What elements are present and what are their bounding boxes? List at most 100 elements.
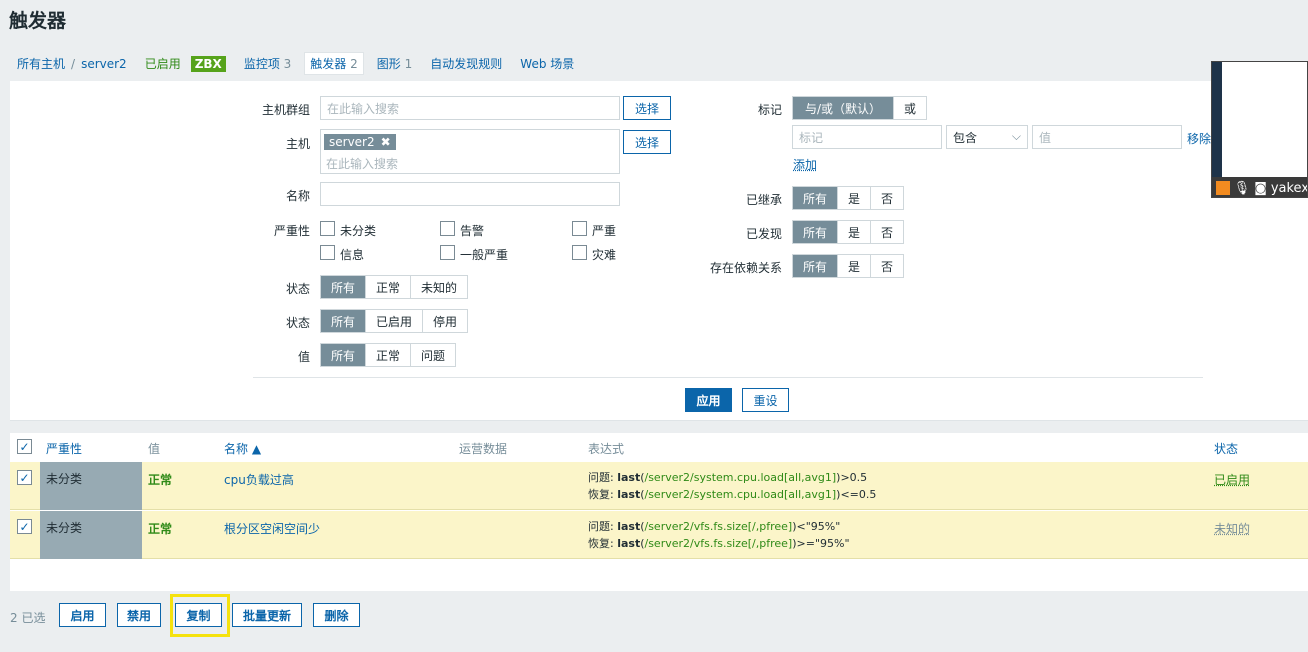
item-link[interactable]: /server2/system.cpu.load[all,avg1] [645,471,837,484]
column-header-operational-data: 运营数据 [459,442,508,456]
severity-checkbox-average[interactable] [440,245,455,260]
state-option-unknown[interactable]: 未知的 [411,276,468,298]
host-group-input[interactable]: 在此输入搜索 [320,96,620,120]
severity-checkbox-disaster[interactable] [572,245,587,260]
dependencies-radio-group: 所有 是 否 [792,254,905,278]
host-search-placeholder: 在此输入搜索 [326,157,399,171]
screen-share-icon[interactable]: ◙ [1254,181,1267,196]
chevron-down-icon: ⌵ [1011,129,1021,143]
page-title: 触发器 [9,10,67,32]
remove-tag-icon[interactable]: ✖ [381,135,391,149]
discovered-radio-group: 所有 是 否 [792,220,905,244]
status-option-enabled[interactable]: 已启用 [366,310,424,332]
breadcrumb-all-hosts[interactable]: 所有主机 [17,55,65,72]
discovered-option-yes[interactable]: 是 [838,221,872,243]
state-label: 状态 [285,282,310,296]
tab-items[interactable]: 监控项 3 [244,55,291,72]
value-option-problem[interactable]: 问题 [411,344,456,366]
status-option-disabled[interactable]: 停用 [423,310,468,332]
dependencies-option-yes[interactable]: 是 [838,255,872,277]
column-header-expression: 表达式 [588,442,625,456]
recovery-expression: 恢复: last(/server2/system.cpu.load[all,av… [588,488,877,501]
mass-update-button[interactable]: 批量更新 [232,603,302,627]
host-tag-label: server2 [329,135,375,149]
video-call-overlay[interactable]: 🎙 ◙ yakex [1211,61,1308,198]
recovery-expression: 恢复: last(/server2/vfs.fs.size[/,pfree])>… [588,537,850,550]
row-checkbox[interactable]: ✓ [17,470,32,485]
column-header-severity[interactable]: 严重性 [46,440,82,457]
state-radio-group: 所有 正常 未知的 [320,275,469,299]
inherited-option-any[interactable]: 所有 [793,187,839,209]
expression-cell: 问题: last(/server2/system.cpu.load[all,av… [588,469,876,503]
item-link[interactable]: /server2/system.cpu.load[all,avg1] [645,488,837,501]
zbx-availability-badge: ZBX [190,55,226,72]
expression-cell: 问题: last(/server2/vfs.fs.size[/,pfree])<… [588,518,850,552]
severity-label: 严重性 [273,224,310,238]
breadcrumb-host[interactable]: server2 [81,57,127,71]
value-cell: 正常 [148,522,173,536]
tags-and-or-option[interactable]: 与/或（默认） [793,97,895,119]
severity-checkbox-high[interactable] [572,221,587,236]
inherited-option-yes[interactable]: 是 [838,187,872,209]
highlight-box [170,594,230,637]
column-header-value: 值 [148,442,161,456]
host-label: 主机 [285,137,310,151]
column-header-name[interactable]: 名称 ▲ [224,440,261,457]
tab-graphs[interactable]: 图形 1 [377,55,412,72]
disable-button[interactable]: 禁用 [117,603,161,627]
delete-button[interactable]: 删除 [313,603,360,627]
reset-button[interactable]: 重设 [742,388,789,412]
dependencies-option-no[interactable]: 否 [871,255,904,277]
tag-add-link[interactable]: 添加 [793,156,817,173]
discovered-option-no[interactable]: 否 [871,221,904,243]
state-option-any[interactable]: 所有 [321,276,367,298]
host-group-select-button[interactable]: 选择 [623,96,671,120]
status-option-any[interactable]: 所有 [321,310,367,332]
check-icon: ✓ [19,519,30,534]
item-link[interactable]: /server2/vfs.fs.size[/,pfree] [645,537,793,550]
row-checkbox[interactable]: ✓ [17,519,32,534]
discovered-option-any[interactable]: 所有 [793,221,839,243]
severity-checkbox-warning[interactable] [440,221,455,236]
value-option-ok[interactable]: 正常 [366,344,412,366]
state-option-normal[interactable]: 正常 [366,276,412,298]
tab-web-scenarios[interactable]: Web 场景 [520,55,574,72]
inherited-radio-group: 所有 是 否 [792,186,905,210]
severity-checkbox-not-classified[interactable] [320,221,335,236]
discovered-label: 已发现 [745,227,782,241]
tab-triggers[interactable]: 触发器 2 [304,52,364,75]
tags-label: 标记 [757,103,782,117]
apply-button[interactable]: 应用 [685,388,732,412]
host-group-label: 主机群组 [261,103,310,117]
host-tag: server2 ✖ [324,134,396,150]
breadcrumb-separator: / [71,56,76,71]
enable-button[interactable]: 启用 [59,603,106,627]
problem-expression: 问题: last(/server2/vfs.fs.size[/,pfree])<… [588,520,841,533]
tag-value-input[interactable]: 值 [1032,125,1182,149]
name-label: 名称 [285,189,310,203]
select-all-checkbox[interactable]: ✓ [17,439,32,454]
value-label: 值 [297,350,310,364]
name-input[interactable] [320,182,620,206]
microphone-icon[interactable]: 🎙 [1234,181,1251,196]
tag-operator-select[interactable]: 包含 ⌵ [946,125,1028,149]
severity-warning-label: 告警 [460,224,485,238]
tag-remove-link[interactable]: 移除 [1187,130,1211,147]
status-link[interactable]: 未知的 [1214,520,1250,537]
tab-discovery-rules[interactable]: 自动发现规则 [430,55,502,72]
host-status-enabled[interactable]: 已启用 [145,55,181,72]
tag-name-input[interactable]: 标记 [792,125,942,149]
tags-or-option[interactable]: 或 [894,97,927,119]
host-select-button[interactable]: 选择 [623,130,671,154]
column-header-status[interactable]: 状态 [1214,440,1238,457]
status-link[interactable]: 已启用 [1214,471,1250,488]
trigger-name-link[interactable]: cpu负载过高 [224,471,294,488]
inherited-option-no[interactable]: 否 [871,187,904,209]
dependencies-label: 存在依赖关系 [709,261,782,275]
severity-checkbox-information[interactable] [320,245,335,260]
trigger-name-link[interactable]: 根分区空闲空间少 [224,520,320,537]
check-icon: ✓ [19,439,30,454]
value-option-any[interactable]: 所有 [321,344,367,366]
dependencies-option-any[interactable]: 所有 [793,255,839,277]
item-link[interactable]: /server2/vfs.fs.size[/,pfree] [645,520,793,533]
